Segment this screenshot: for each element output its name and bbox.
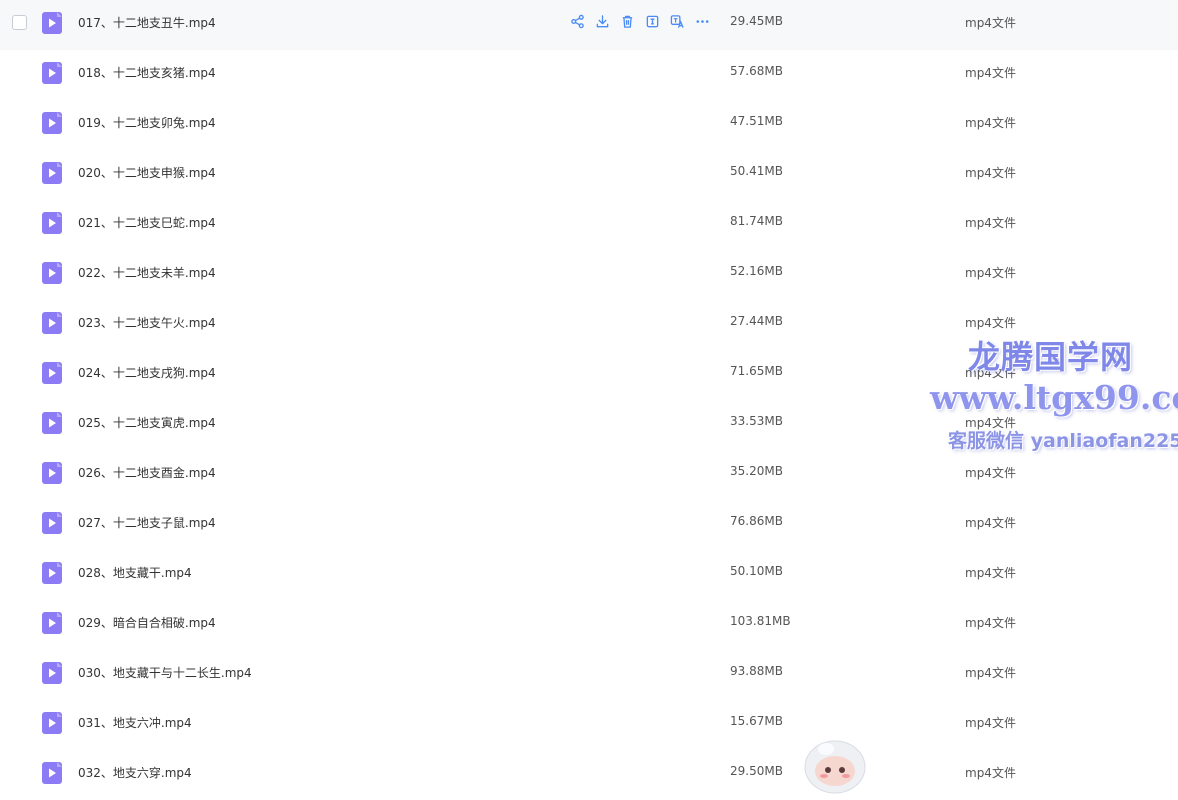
file-row[interactable]: 031、地支六冲.mp4 15.67MB mp4文件 (0, 700, 1178, 750)
video-file-icon (42, 62, 62, 84)
file-type: mp4文件 (965, 716, 1016, 730)
row-checkbox[interactable] (12, 15, 27, 30)
file-type: mp4文件 (965, 16, 1016, 30)
file-size: 50.41MB (730, 164, 783, 178)
file-name[interactable]: 019、十二地支卯兔.mp4 (78, 114, 216, 131)
file-size: 76.86MB (730, 514, 783, 528)
file-type: mp4文件 (965, 116, 1016, 130)
file-name[interactable]: 028、地支藏干.mp4 (78, 564, 192, 581)
video-file-icon (42, 612, 62, 634)
file-row[interactable]: 017、十二地支丑牛.mp4 29.45MB mp4文件 (0, 0, 1178, 50)
watermark-contact: 客服微信 yanliaofan225 (948, 430, 1178, 452)
file-name[interactable]: 021、十二地支巳蛇.mp4 (78, 214, 216, 231)
rename-icon[interactable] (644, 13, 661, 30)
file-type: mp4文件 (965, 66, 1016, 80)
file-size: 29.45MB (730, 14, 783, 28)
video-file-icon (42, 212, 62, 234)
file-type: mp4文件 (965, 666, 1016, 680)
file-size: 81.74MB (730, 214, 783, 228)
file-size: 35.20MB (730, 464, 783, 478)
file-name[interactable]: 029、暗合自合相破.mp4 (78, 614, 216, 631)
video-file-icon (42, 412, 62, 434)
file-name[interactable]: 024、十二地支戌狗.mp4 (78, 364, 216, 381)
file-name[interactable]: 025、十二地支寅虎.mp4 (78, 414, 216, 431)
file-type: mp4文件 (965, 216, 1016, 230)
file-size: 29.50MB (730, 764, 783, 778)
file-size: 103.81MB (730, 614, 791, 628)
file-type: mp4文件 (965, 166, 1016, 180)
file-name[interactable]: 031、地支六冲.mp4 (78, 714, 192, 731)
file-size: 47.51MB (730, 114, 783, 128)
file-type: mp4文件 (965, 516, 1016, 530)
file-name[interactable]: 027、十二地支子鼠.mp4 (78, 514, 216, 531)
video-file-icon (42, 512, 62, 534)
file-row[interactable]: 029、暗合自合相破.mp4 103.81MB mp4文件 (0, 600, 1178, 650)
video-file-icon (42, 662, 62, 684)
file-name[interactable]: 017、十二地支丑牛.mp4 (78, 14, 216, 31)
file-size: 50.10MB (730, 564, 783, 578)
more-icon[interactable] (694, 13, 711, 30)
file-row[interactable]: 018、十二地支亥猪.mp4 57.68MB mp4文件 (0, 50, 1178, 100)
file-row[interactable]: 026、十二地支酉金.mp4 35.20MB mp4文件 (0, 450, 1178, 500)
file-type: mp4文件 (965, 766, 1016, 780)
file-size: 15.67MB (730, 714, 783, 728)
file-name[interactable]: 023、十二地支午火.mp4 (78, 314, 216, 331)
download-icon[interactable] (594, 13, 611, 30)
video-file-icon (42, 562, 62, 584)
file-name[interactable]: 018、十二地支亥猪.mp4 (78, 64, 216, 81)
video-file-icon (42, 312, 62, 334)
file-name[interactable]: 022、十二地支未羊.mp4 (78, 264, 216, 281)
file-row[interactable]: 019、十二地支卯兔.mp4 47.51MB mp4文件 (0, 100, 1178, 150)
file-size: 93.88MB (730, 664, 783, 678)
row-actions (569, 13, 711, 31)
video-file-icon (42, 462, 62, 484)
video-file-icon (42, 712, 62, 734)
file-row[interactable]: 022、十二地支未羊.mp4 52.16MB mp4文件 (0, 250, 1178, 300)
file-type: mp4文件 (965, 266, 1016, 280)
file-type: mp4文件 (965, 466, 1016, 480)
file-size: 52.16MB (730, 264, 783, 278)
file-row[interactable]: 020、十二地支申猴.mp4 50.41MB mp4文件 (0, 150, 1178, 200)
file-name[interactable]: 026、十二地支酉金.mp4 (78, 464, 216, 481)
file-type: mp4文件 (965, 616, 1016, 630)
file-row[interactable]: 032、地支六穿.mp4 29.50MB mp4文件 (0, 750, 1178, 800)
file-size: 57.68MB (730, 64, 783, 78)
file-row[interactable]: 027、十二地支子鼠.mp4 76.86MB mp4文件 (0, 500, 1178, 550)
video-file-icon (42, 362, 62, 384)
video-file-icon (42, 762, 62, 784)
video-file-icon (42, 12, 62, 34)
video-file-icon (42, 162, 62, 184)
file-name[interactable]: 030、地支藏干与十二长生.mp4 (78, 664, 252, 681)
delete-icon[interactable] (619, 13, 636, 30)
video-file-icon (42, 262, 62, 284)
file-type: mp4文件 (965, 316, 1016, 330)
mascot-avatar[interactable] (800, 735, 870, 795)
video-file-icon (42, 112, 62, 134)
watermark-title: 龙腾国学网 (968, 338, 1134, 376)
translate-icon[interactable] (669, 13, 686, 30)
watermark-url: www.ltgx99.com (930, 378, 1178, 417)
file-size: 33.53MB (730, 414, 783, 428)
file-name[interactable]: 020、十二地支申猴.mp4 (78, 164, 216, 181)
file-row[interactable]: 028、地支藏干.mp4 50.10MB mp4文件 (0, 550, 1178, 600)
file-type: mp4文件 (965, 566, 1016, 580)
file-size: 27.44MB (730, 314, 783, 328)
file-row[interactable]: 021、十二地支巳蛇.mp4 81.74MB mp4文件 (0, 200, 1178, 250)
file-row[interactable]: 030、地支藏干与十二长生.mp4 93.88MB mp4文件 (0, 650, 1178, 700)
file-size: 71.65MB (730, 364, 783, 378)
file-name[interactable]: 032、地支六穿.mp4 (78, 764, 192, 781)
share-icon[interactable] (569, 13, 586, 30)
